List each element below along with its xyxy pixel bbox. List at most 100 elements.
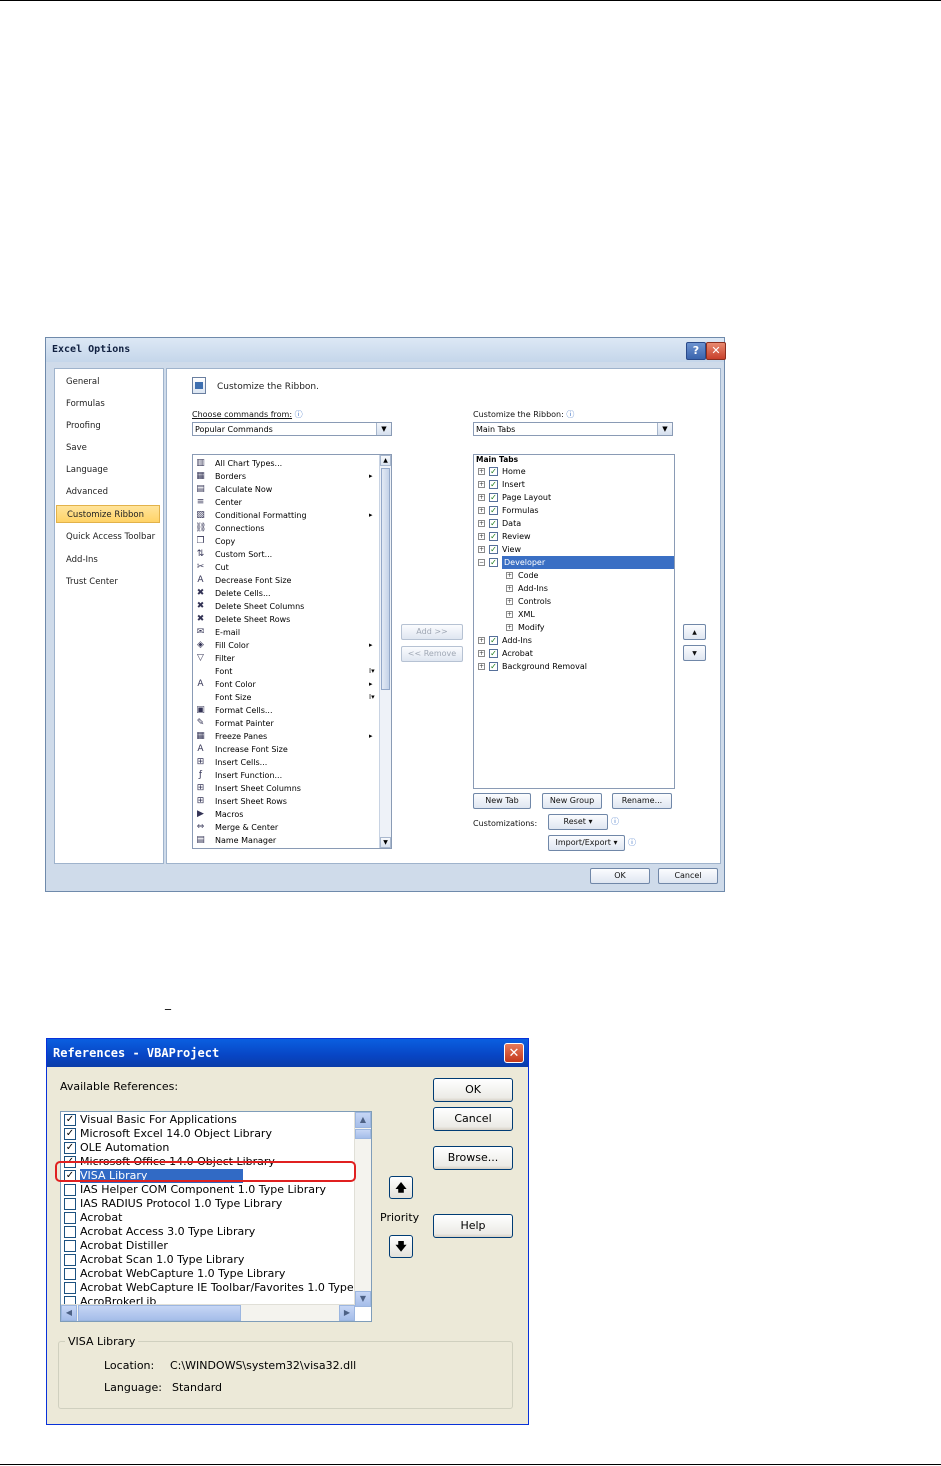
add-button[interactable]: Add >> [401,624,463,640]
command-item[interactable]: ⊞ Insert Cells... [195,756,383,769]
scroll-up-icon[interactable]: ▲ [380,455,391,466]
commands-scrollbar[interactable]: ▲ ▼ [379,455,391,848]
cancel-button[interactable]: Cancel [433,1107,513,1131]
reference-item[interactable]: ✓ Microsoft Excel 14.0 Object Library [64,1127,354,1141]
reset-button[interactable]: Reset ▾ [548,814,608,830]
reference-checkbox[interactable] [64,1268,76,1280]
command-item[interactable]: ƒ Insert Function... [195,769,383,782]
scroll-thumb[interactable] [355,1129,371,1139]
nav-save[interactable]: Save [56,439,160,457]
command-item[interactable]: ⊞ Insert Sheet Columns [195,782,383,795]
command-item[interactable]: ▦ Borders ▸ [195,470,383,483]
expand-icon[interactable]: + [478,507,485,514]
command-item[interactable]: Font Size I▾ [195,691,383,704]
nav-advanced[interactable]: Advanced [56,483,160,501]
command-item[interactable]: ⇔ Merge & Center [195,821,383,834]
nav-quick-access-toolbar[interactable]: Quick Access Toolbar [56,528,160,546]
nav-proofing[interactable]: Proofing [56,417,160,435]
nav-general[interactable]: General [56,373,160,391]
tab-checkbox[interactable]: ✓ [489,519,498,528]
references-hscrollbar[interactable]: ◀ ▶ [61,1304,355,1321]
reference-item[interactable]: ✓ Visual Basic For Applications [64,1113,354,1127]
tab-checkbox[interactable]: ✓ [489,467,498,476]
customize-ribbon-dropdown[interactable]: Main Tabs ▼ [473,422,673,436]
reference-item[interactable]: Acrobat Scan 1.0 Type Library [64,1253,354,1267]
move-down-button[interactable]: ▼ [683,645,706,661]
command-item[interactable]: ▶ Macros [195,808,383,821]
nav-customize-ribbon[interactable]: Customize Ribbon [56,505,160,523]
reference-item[interactable]: Acrobat Access 3.0 Type Library [64,1225,354,1239]
scroll-up-icon[interactable]: ▲ [355,1112,371,1128]
command-item[interactable]: ⊞ Insert Sheet Rows [195,795,383,808]
scroll-left-icon[interactable]: ◀ [61,1305,77,1321]
nav-trust-center[interactable]: Trust Center [56,573,160,591]
nav-language[interactable]: Language [56,461,160,479]
nav-add-ins[interactable]: Add-Ins [56,551,160,569]
command-item[interactable]: ◈ Fill Color ▸ [195,639,383,652]
priority-up-button[interactable]: 🡅 [389,1176,413,1199]
collapse-icon[interactable]: − [478,559,485,566]
expand-icon[interactable]: + [478,520,485,527]
scroll-thumb[interactable] [381,468,390,690]
nav-formulas[interactable]: Formulas [56,395,160,413]
scroll-down-icon[interactable]: ▼ [355,1291,371,1307]
command-item[interactable]: ✉ E-mail [195,626,383,639]
command-item[interactable]: A Decrease Font Size [195,574,383,587]
command-item[interactable]: ▤ Name Manager [195,834,383,847]
tab-checkbox[interactable]: ✓ [489,493,498,502]
command-item[interactable]: ▥ All Chart Types... [195,457,383,470]
help-button[interactable]: Help [433,1214,513,1238]
command-item[interactable]: ✎ Format Painter [195,717,383,730]
priority-down-button[interactable]: 🡇 [389,1235,413,1258]
scroll-down-icon[interactable]: ▼ [380,837,391,848]
command-item[interactable]: ✖ Delete Cells... [195,587,383,600]
commands-list[interactable]: □ New ▤ Name Manager ⇔ Merge & Center ▶ Macros ⊞… [192,454,392,849]
help-button[interactable]: ? [686,342,706,360]
expand-icon[interactable]: + [506,598,513,605]
tab-checkbox[interactable]: ✓ [489,506,498,515]
expand-icon[interactable]: + [478,494,485,501]
expand-icon[interactable]: + [478,468,485,475]
ok-button[interactable]: OK [590,868,650,884]
command-item[interactable]: ▽ Filter [195,652,383,665]
command-item[interactable]: ✖ Delete Sheet Rows [195,613,383,626]
reference-item[interactable]: Acrobat [64,1211,354,1225]
tab-checkbox[interactable]: ✓ [489,532,498,541]
reference-item[interactable]: Acrobat WebCapture 1.0 Type Library [64,1267,354,1281]
remove-button[interactable]: << Remove [401,646,463,662]
move-up-button[interactable]: ▲ [683,624,706,640]
reference-item[interactable]: Acrobat Distiller [64,1239,354,1253]
reference-item[interactable]: Acrobat WebCapture IE Toolbar/Favorites … [64,1281,363,1295]
reference-checkbox[interactable] [64,1240,76,1252]
reference-checkbox[interactable]: ✓ [64,1142,76,1154]
reference-checkbox[interactable]: ✓ [64,1128,76,1140]
command-item[interactable]: ⛓ Connections [195,522,383,535]
references-list[interactable]: AcroBrokerLib Acrobat WebCapture IE Toolb… [60,1111,372,1322]
reference-checkbox[interactable] [64,1212,76,1224]
command-item[interactable]: ▤ Calculate Now [195,483,383,496]
expand-icon[interactable]: + [506,624,513,631]
command-item[interactable]: □ New [195,847,383,848]
scroll-thumb[interactable] [78,1305,241,1321]
reference-checkbox[interactable] [64,1282,76,1294]
command-item[interactable]: ✂ Cut [195,561,383,574]
expand-icon[interactable]: + [506,572,513,579]
ok-button[interactable]: OK [433,1078,513,1102]
reference-checkbox[interactable] [64,1226,76,1238]
tab-checkbox[interactable]: ✓ [489,649,498,658]
scroll-right-icon[interactable]: ▶ [339,1305,355,1321]
reference-item[interactable]: IAS Helper COM Component 1.0 Type Librar… [64,1183,354,1197]
tab-checkbox[interactable]: ✓ [489,558,498,567]
command-item[interactable]: ❐ Copy [195,535,383,548]
expand-icon[interactable]: + [478,663,485,670]
ribbon-tree[interactable]: Main Tabs + ✓ Home + ✓ Insert + ✓ Page Layout + ✓ F… [473,454,675,789]
command-item[interactable]: ✖ Delete Sheet Columns [195,600,383,613]
expand-icon[interactable]: + [478,546,485,553]
expand-icon[interactable]: + [478,481,485,488]
command-item[interactable]: ▣ Format Cells... [195,704,383,717]
close-button[interactable]: ✕ [504,1043,524,1063]
new-group-button[interactable]: New Group [542,793,602,809]
expand-icon[interactable]: + [478,650,485,657]
expand-icon[interactable]: + [506,611,513,618]
reference-checkbox[interactable] [64,1254,76,1266]
